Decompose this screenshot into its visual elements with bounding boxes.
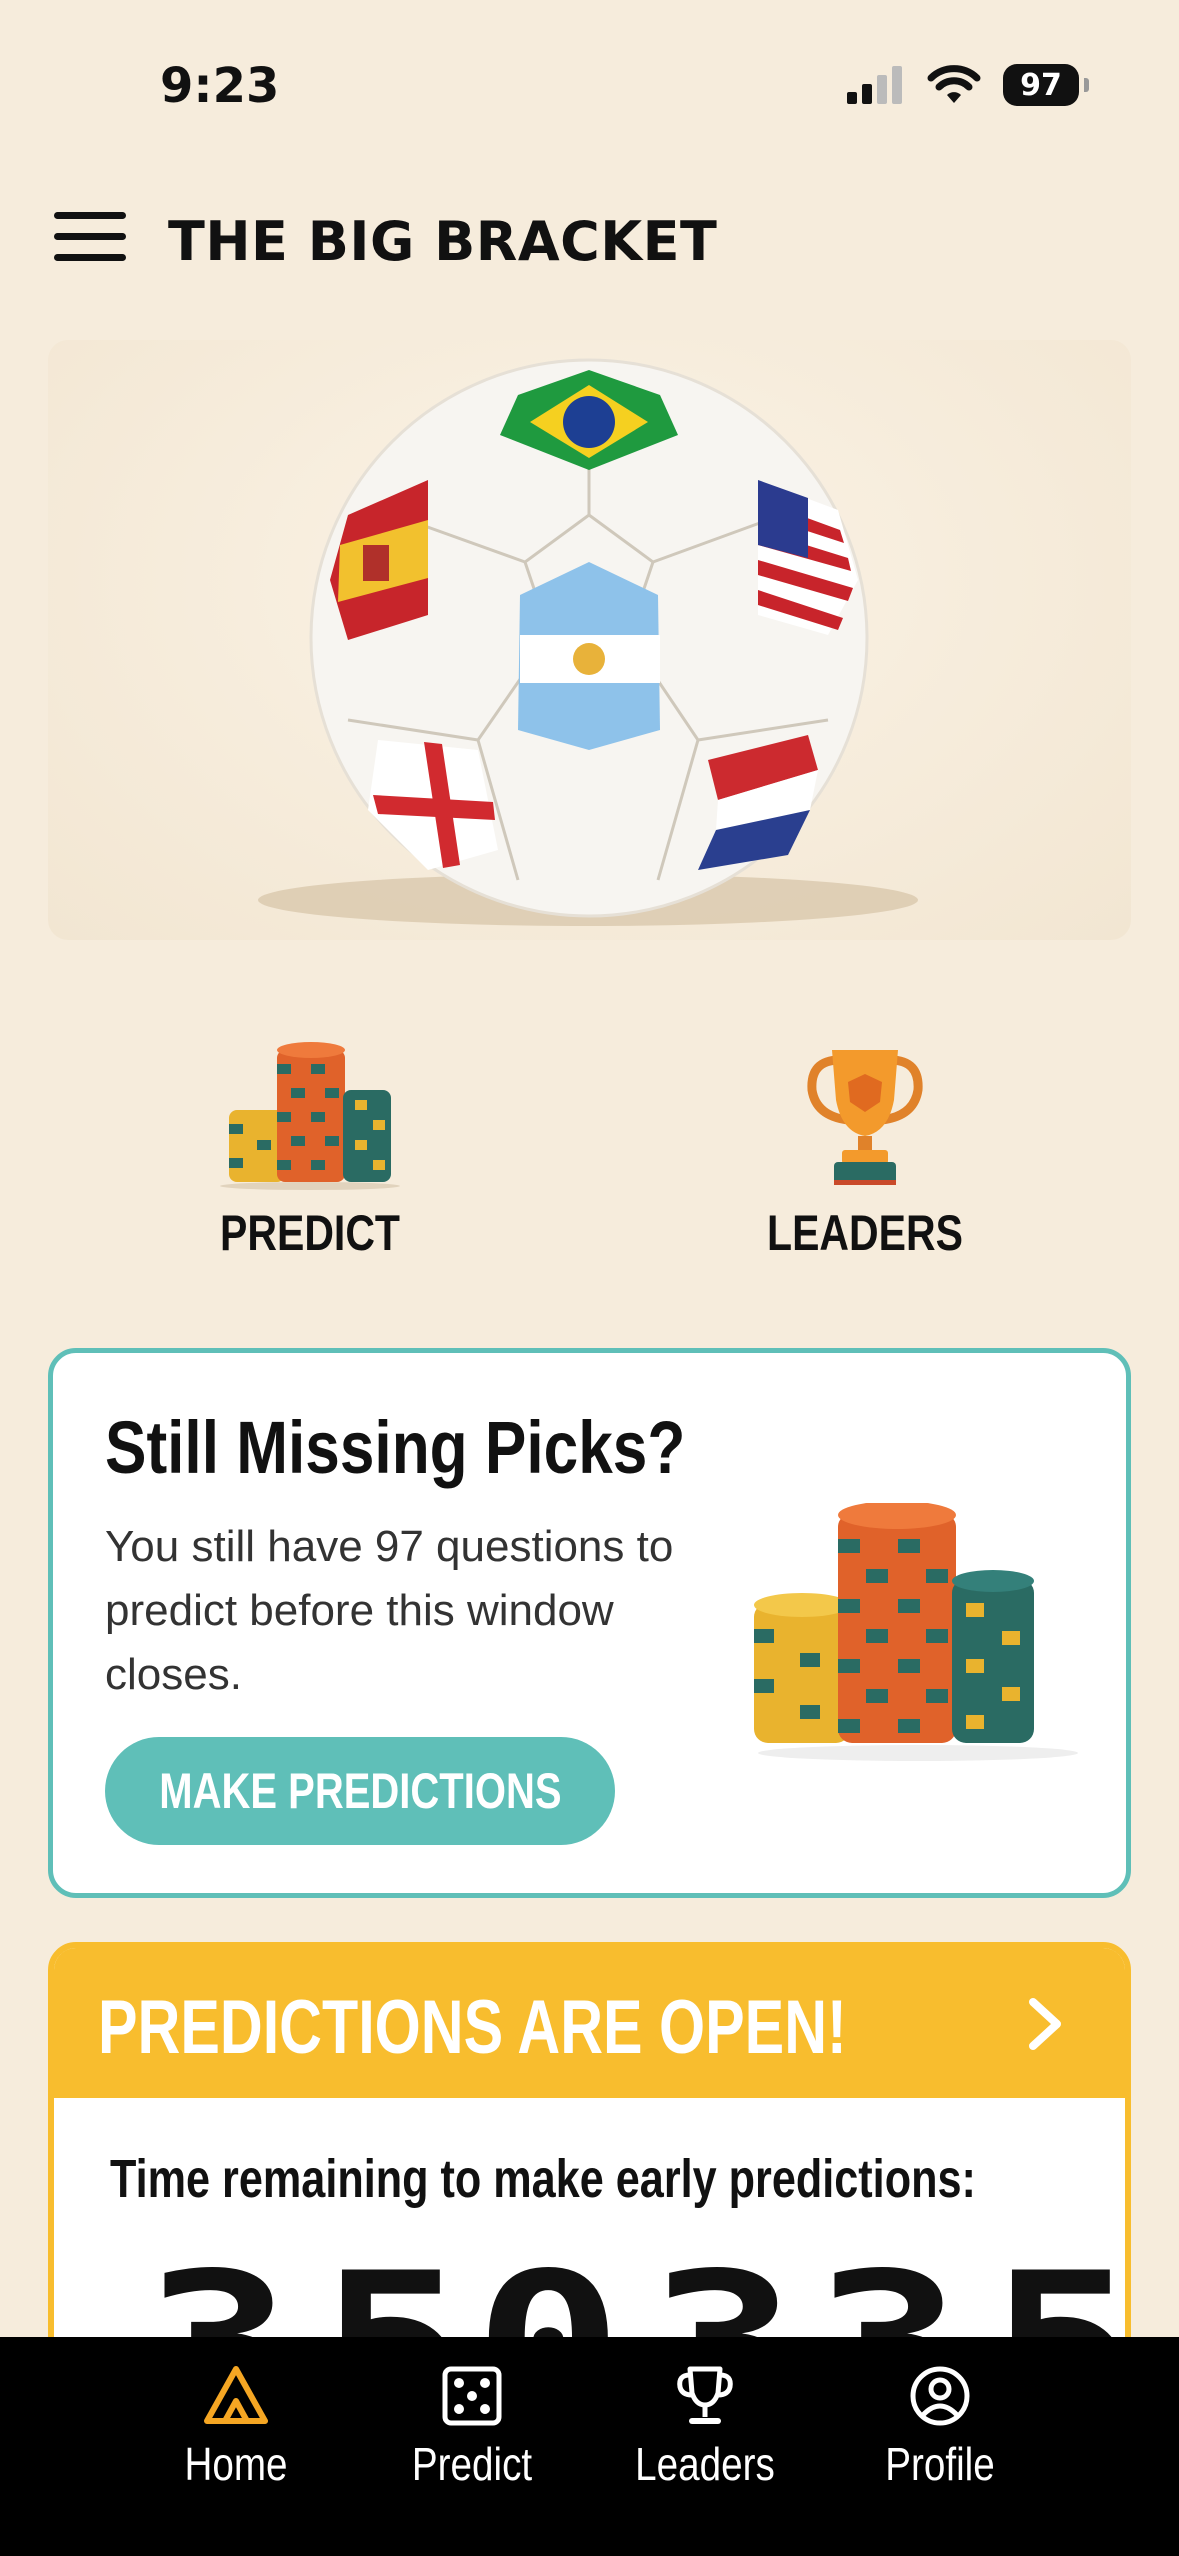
make-predictions-label: MAKE PREDICTIONS	[158, 1763, 562, 1819]
predictions-open-title: PREDICTIONS ARE OPEN!	[98, 1985, 847, 2070]
cellular-signal-icon	[847, 66, 902, 104]
missing-picks-body: You still have 97 questions to predict b…	[105, 1522, 674, 1699]
soccer-ball-image	[258, 358, 918, 926]
tab-bar: Home Predict Leaders Profile	[0, 2337, 1179, 2556]
missing-picks-title: Still Missing Picks?	[105, 1406, 686, 1489]
quick-nav: PREDICT LEADERS	[0, 1040, 1179, 1280]
wifi-icon	[927, 65, 981, 103]
hamburger-menu-icon[interactable]	[54, 212, 126, 266]
status-time: 9:23	[160, 58, 280, 114]
status-bar: 9:23 97	[0, 0, 1179, 160]
quick-nav-leaders-label: LEADERS	[767, 1205, 963, 1261]
quick-nav-predict[interactable]: PREDICT	[160, 1040, 460, 1280]
tab-profile[interactable]: Profile	[840, 2363, 1040, 2491]
battery-level: 97	[1020, 67, 1062, 103]
make-predictions-button[interactable]: MAKE PREDICTIONS	[105, 1737, 615, 1845]
tab-leaders[interactable]: Leaders	[605, 2363, 805, 2491]
tab-home[interactable]: Home	[136, 2363, 336, 2491]
tab-leaders-label: Leaders	[635, 2438, 775, 2490]
dice-icon	[442, 2366, 502, 2426]
status-icons: 97	[847, 64, 1089, 106]
tab-predict-label: Predict	[411, 2438, 533, 2490]
profile-icon	[910, 2366, 970, 2426]
quick-nav-predict-label: PREDICT	[220, 1205, 400, 1261]
hero-image	[48, 340, 1131, 940]
time-remaining-label: Time remaining to make early predictions…	[110, 2149, 976, 2209]
battery-icon: 97	[1003, 64, 1089, 106]
trophy-icon	[677, 2366, 733, 2424]
tab-home-label: Home	[184, 2438, 288, 2490]
missing-picks-card: Still Missing Picks? You still have 97 q…	[48, 1348, 1131, 1898]
tab-predict[interactable]: Predict	[372, 2363, 572, 2491]
chevron-right-icon	[1029, 1998, 1061, 2050]
app-header: THE BIG BRACKET	[0, 190, 1179, 290]
home-icon	[204, 2366, 268, 2424]
predictions-open-header[interactable]: PREDICTIONS ARE OPEN!	[54, 1948, 1125, 2098]
quick-nav-leaders[interactable]: LEADERS	[715, 1040, 1015, 1280]
poker-chips-icon	[220, 1042, 400, 1190]
poker-chips-image	[754, 1503, 1078, 1761]
trophy-icon	[807, 1050, 923, 1185]
tab-profile-label: Profile	[885, 2438, 995, 2490]
app-title: THE BIG BRACKET	[168, 210, 718, 273]
